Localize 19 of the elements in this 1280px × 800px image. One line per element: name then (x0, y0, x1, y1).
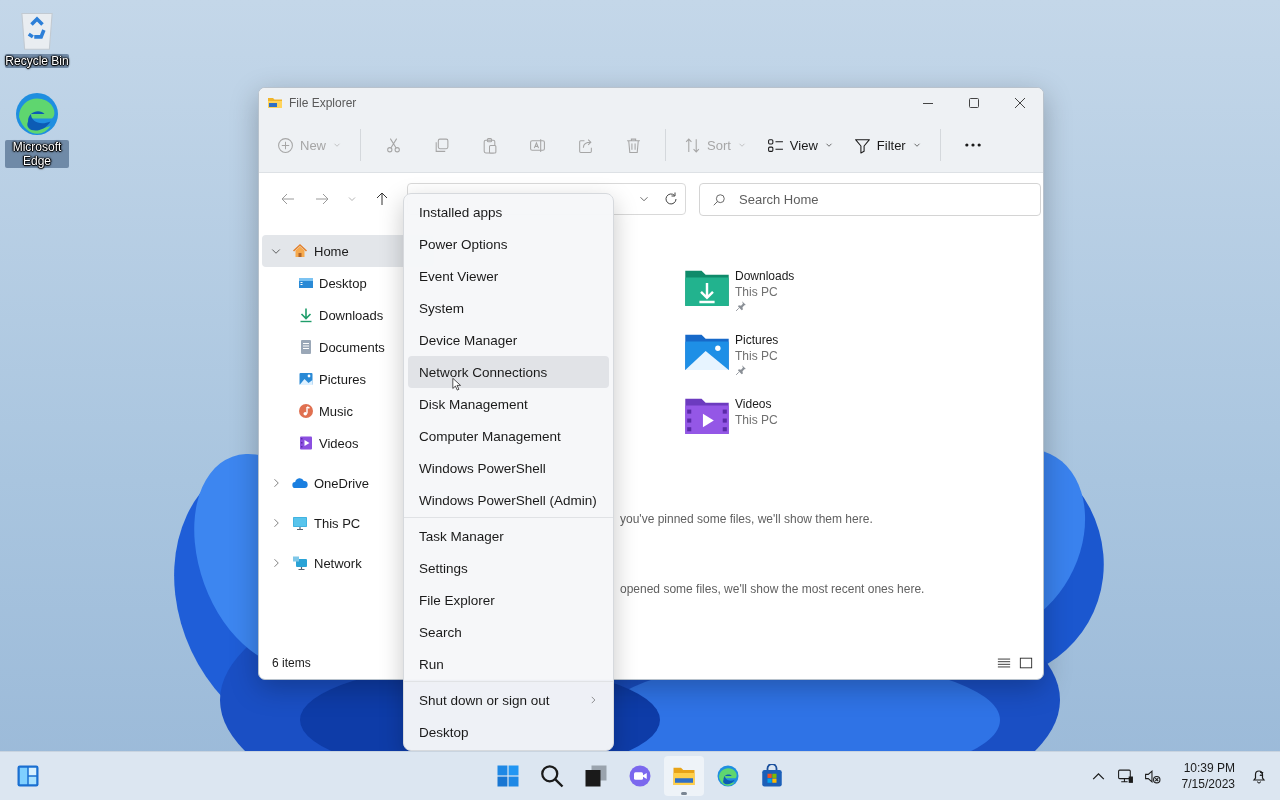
folder-location: This PC (735, 284, 779, 300)
sidebar-label: Music (319, 403, 353, 419)
sidebar-label: Desktop (319, 275, 367, 291)
sidebar-label: Videos (319, 435, 359, 451)
empty-section-message: opened some files, we'll show the most recent ones here. (620, 582, 926, 596)
empty-section-message: you've pinned some files, we'll show them here. (620, 512, 874, 526)
sidebar-label: OneDrive (314, 475, 369, 491)
window-title: File Explorer (289, 96, 358, 110)
folder-location: This PC (735, 412, 778, 428)
sidebar-label: Home (314, 243, 349, 259)
item-count: 6 items (272, 656, 311, 670)
clock-date: 7/15/2023 (1181, 776, 1235, 792)
sidebar-label: Downloads (319, 307, 384, 323)
folder-location: This PC (735, 348, 779, 364)
sidebar-label: Pictures (319, 371, 366, 387)
sidebar-label: Documents (319, 339, 385, 355)
sidebar-label: Network (314, 555, 362, 571)
sidebar-label: This PC (314, 515, 361, 531)
clock-time: 10:39 PM (1183, 760, 1235, 776)
